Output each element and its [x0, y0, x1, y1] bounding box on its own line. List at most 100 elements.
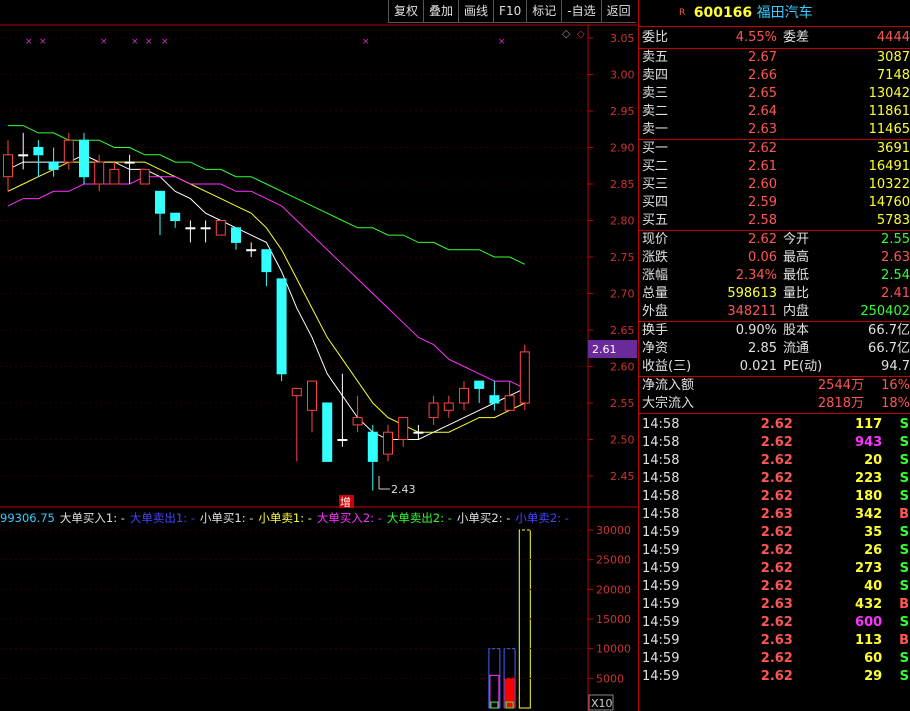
legend-item: 小单卖2: - — [515, 511, 569, 525]
tick-row[interactable]: 14:58 2.62 223 S — [639, 470, 910, 488]
stat-label: PE(动) — [783, 359, 823, 374]
wei-bi-value: 4.55% — [735, 30, 777, 45]
order-price: 2.60 — [748, 177, 777, 192]
price-tick-label: 2.50 — [610, 434, 635, 447]
tick-row[interactable]: 14:58 2.62 20 S — [639, 452, 910, 470]
tick-volume: 35 — [864, 525, 883, 540]
diamond-icon[interactable]: ◇ — [562, 27, 571, 40]
order-label: 买一 — [642, 141, 669, 156]
candle — [504, 381, 515, 411]
price-axis: 3.05 3.00 2.95 2.90 2.85 2.80 2.75 2.70 2.65 2.60… — [588, 32, 635, 483]
tick-price: 2.62 — [760, 669, 793, 684]
stat-value: 2.41 — [881, 286, 910, 301]
indicator-legend: 99306.75 大单买入1: - 大单卖出1: - 小单买1: - 小单卖1: - 大单… — [0, 510, 574, 526]
tick-volume: 117 — [855, 417, 883, 432]
stat-label: 外盘 — [642, 304, 669, 319]
stat-label: 流通 — [783, 341, 810, 356]
tick-price: 2.62 — [760, 471, 793, 486]
sell-orders: 卖五 2.67 3087 卖四 2.66 7148 卖三 2.65 13042 卖二 2.64 118… — [639, 49, 910, 140]
tick-row[interactable]: 14:58 2.62 180 S — [639, 488, 910, 506]
tick-row[interactable]: 14:59 2.62 29 S — [639, 668, 910, 686]
candle — [352, 395, 363, 433]
volume-axis: 30000 25000 20000 15000 10000 5000 — [0, 524, 631, 685]
tick-row[interactable]: 14:59 2.62 60 S — [639, 650, 910, 668]
stat-value: 0.90% — [735, 323, 777, 338]
tick-row[interactable]: 14:59 2.62 40 S — [639, 578, 910, 596]
tick-time: 14:59 — [642, 615, 680, 630]
stock-name: 福田汽车 — [756, 5, 813, 21]
tick-price: 2.63 — [760, 507, 793, 522]
wei-bi-label: 委比 — [642, 30, 669, 45]
current-price-label: 2.61 — [592, 343, 617, 356]
tick-row[interactable]: 14:58 2.63 342 B — [639, 506, 910, 524]
tick-row[interactable]: 14:58 2.62 117 S — [639, 416, 910, 434]
order-volume: 3087 — [876, 50, 910, 65]
price-tick-label: 2.65 — [610, 324, 635, 337]
legend-item: 小单卖1: - — [258, 511, 312, 525]
tick-time: 14:59 — [642, 633, 680, 648]
sells-row: 卖五 2.67 3087 — [639, 49, 910, 67]
collapse-icon[interactable]: ◇ — [577, 29, 585, 40]
flow-label: 大宗流入 — [642, 396, 695, 411]
volume-tick-label: 25000 — [596, 554, 631, 567]
candle — [291, 387, 302, 462]
candle — [474, 380, 485, 403]
tick-volume: 223 — [855, 471, 883, 486]
tick-row[interactable]: 14:59 2.63 432 B — [639, 596, 910, 614]
rating-flag: R — [679, 8, 686, 18]
stat-value: 2.54 — [881, 268, 910, 283]
tick-time: 14:59 — [642, 651, 680, 666]
tick-volume: 29 — [864, 669, 883, 684]
money-flow: 净流入额 2544万 16% 大宗流入 2818万 18% — [639, 377, 910, 414]
candle — [246, 242, 257, 257]
wei-row: 委比 4.55% 委差 4444 — [639, 27, 910, 49]
fundamental-row: 换手 0.90% 股本 66.7亿 — [639, 322, 910, 340]
order-price: 2.63 — [748, 122, 777, 137]
tick-side: S — [899, 471, 909, 486]
tick-time: 14:58 — [642, 471, 680, 486]
price-tick-label: 2.60 — [610, 361, 635, 374]
tick-row[interactable]: 14:59 2.62 26 S — [639, 542, 910, 560]
tick-volume: 180 — [855, 489, 883, 504]
flow-percent: 16% — [881, 378, 910, 393]
volume-tick-label: 30000 — [596, 524, 631, 537]
stat-label: 总量 — [642, 286, 669, 301]
stock-code: 600166 — [693, 5, 753, 21]
legend-item: 99306.75 — [0, 511, 55, 525]
tick-row[interactable]: 14:59 2.62 600 S — [639, 614, 910, 632]
legend-item: 大单买入1: - — [59, 511, 125, 525]
low-price-marker: 2.43 — [391, 483, 416, 496]
order-price: 2.65 — [748, 86, 777, 101]
candle — [459, 381, 469, 411]
fundamental-row: 收益(三) 0.021 PE(动) 94.7 — [639, 358, 910, 376]
buys-row: 买一 2.62 3691 — [639, 140, 910, 158]
svg-text:×: × — [25, 37, 33, 47]
candlestick-chart: × × × × × × × × ◇ ◇ 3.05 3.00 2.95 2.90 2.85 2.80 2… — [0, 24, 637, 711]
order-volume: 7148 — [876, 68, 910, 83]
kline-chart-area[interactable]: 复权 叠加 画线 F10 标记 -自选 返回 × × × × × × × × ◇ ◇ 3.… — [0, 0, 637, 711]
sells-row: 卖一 2.63 11465 — [639, 121, 910, 139]
buy-orders: 买一 2.62 3691 买二 2.61 16491 买三 2.60 10322 买四 2.59 14… — [639, 140, 910, 231]
stat-label: 今开 — [783, 232, 810, 247]
stat-label: 股本 — [783, 323, 810, 338]
candle — [139, 168, 150, 185]
svg-text:×: × — [362, 37, 370, 47]
tick-volume: 943 — [855, 435, 883, 450]
flow-row: 净流入额 2544万 16% — [639, 377, 910, 395]
tick-row[interactable]: 14:59 2.63 113 B — [639, 632, 910, 650]
order-volume: 11861 — [868, 104, 910, 119]
tick-side: S — [899, 543, 909, 558]
stat-value: 598613 — [727, 286, 777, 301]
tick-row[interactable]: 14:59 2.62 35 S — [639, 524, 910, 542]
tick-row[interactable]: 14:58 2.62 943 S — [639, 434, 910, 452]
tick-side: S — [899, 561, 909, 576]
tick-row[interactable]: 14:59 2.62 273 S — [639, 560, 910, 578]
tick-side: B — [899, 507, 909, 522]
tick-list[interactable]: 14:58 2.62 117 S 14:58 2.62 943 S 14:58 2.62 20 S 14… — [639, 414, 910, 686]
tick-price: 2.62 — [760, 417, 793, 432]
tick-side: S — [899, 453, 909, 468]
flow-percent: 18% — [881, 396, 910, 411]
fundamental-row: 净资 2.85 流通 66.7亿 — [639, 340, 910, 358]
stat-label: 现价 — [642, 232, 669, 247]
price-tick-label: 2.75 — [610, 251, 635, 264]
